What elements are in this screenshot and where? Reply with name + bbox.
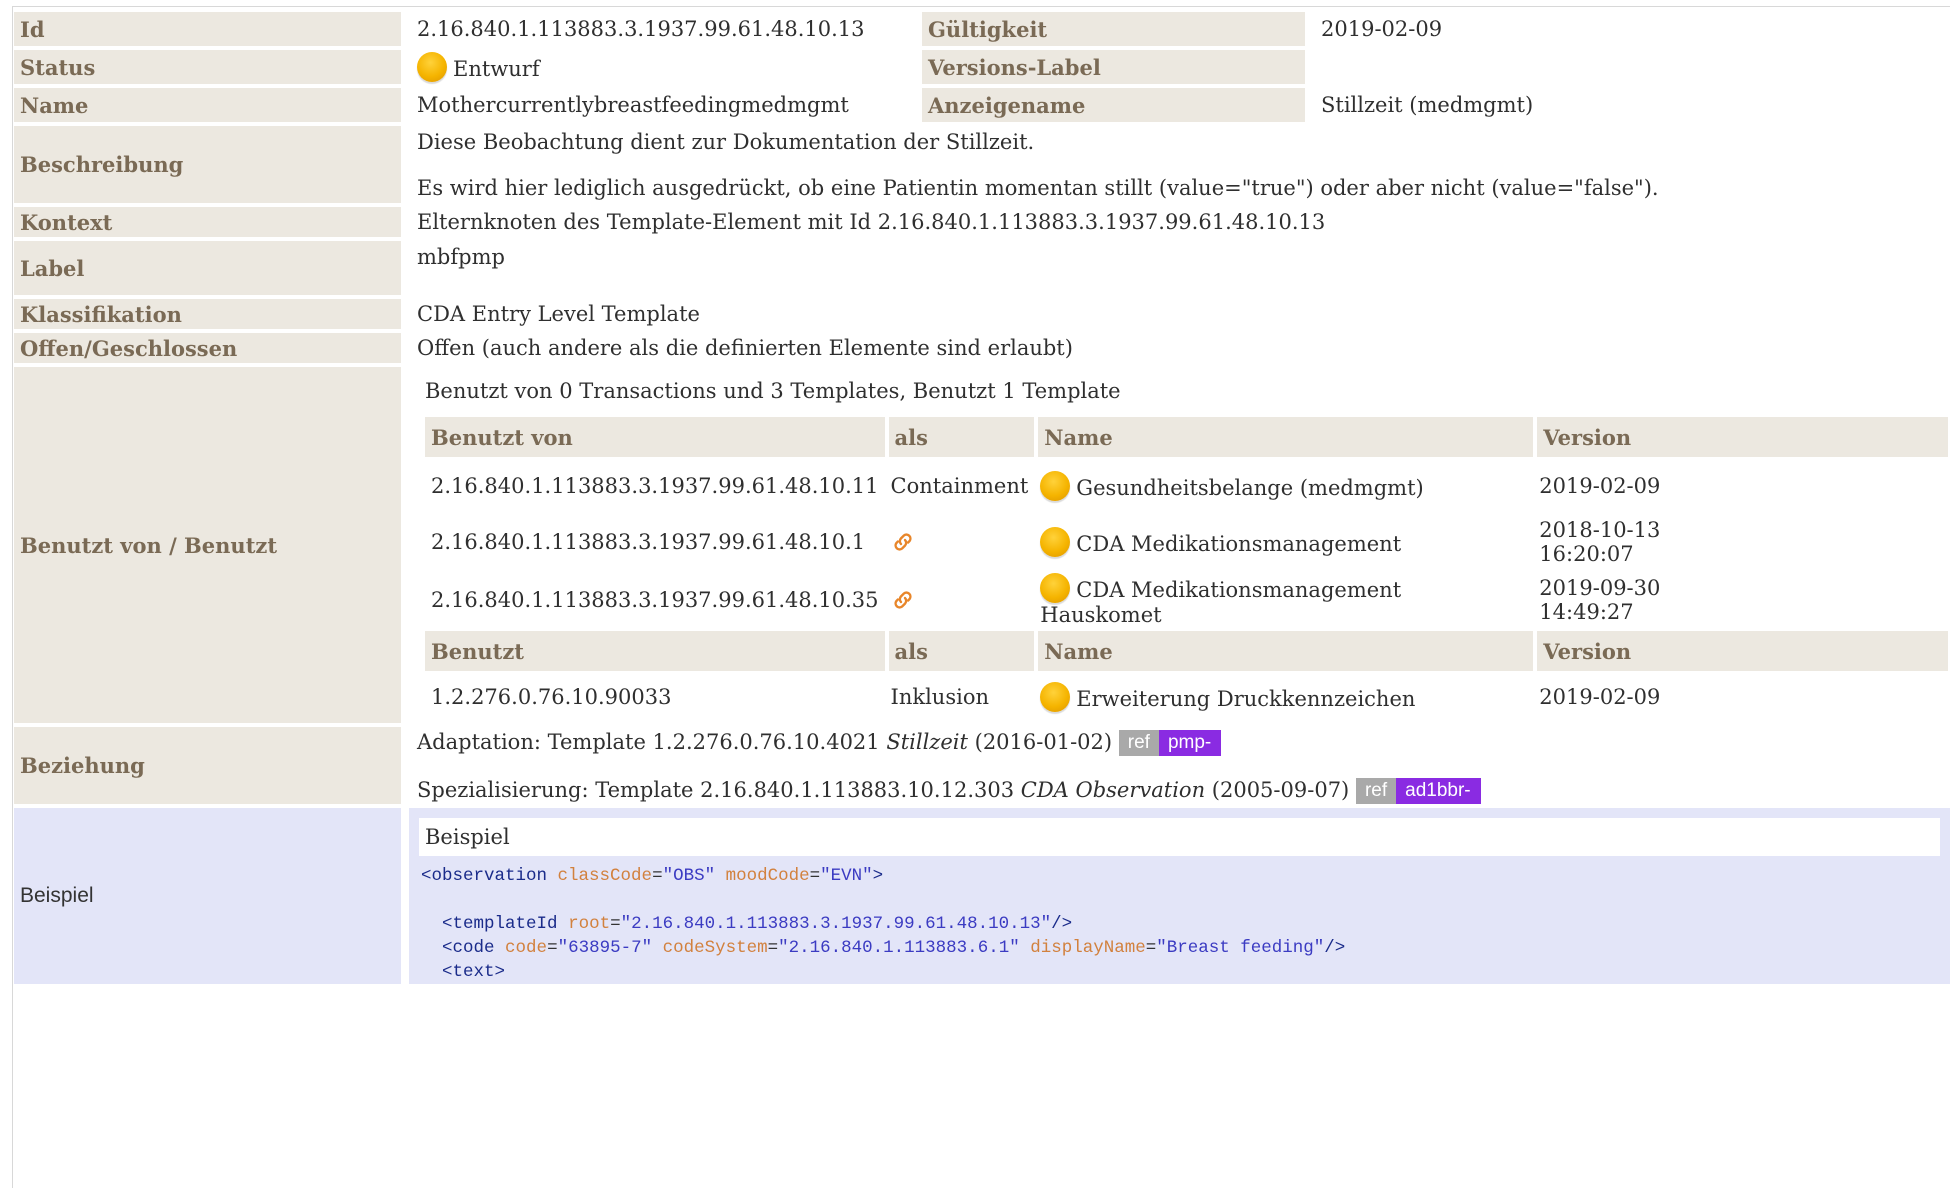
version-label-value bbox=[1313, 50, 1950, 84]
status-draft-dot-icon bbox=[1040, 682, 1071, 712]
uses-name-text: Erweiterung Druckkennzeichen bbox=[1076, 687, 1416, 711]
used-by-as bbox=[885, 515, 1035, 569]
status-draft-dot-icon bbox=[417, 52, 447, 82]
description-line-1: Diese Beobachtung dient zur Dokumentatio… bbox=[417, 130, 1035, 154]
used-by-id[interactable]: 2.16.840.1.113883.3.1937.99.61.48.10.35 bbox=[425, 573, 885, 627]
validity-label: Gültigkeit bbox=[922, 12, 1305, 46]
used-by-name[interactable]: Gesundheitsbelange (medmgmt) bbox=[1034, 461, 1533, 511]
validity-value: 2019-02-09 bbox=[1321, 17, 1443, 41]
used-by-as: Containment bbox=[890, 474, 1029, 498]
context-label: Kontext bbox=[14, 207, 401, 237]
link-icon[interactable] bbox=[891, 588, 915, 612]
description-value: Diese Beobachtung dient zur Dokumentatio… bbox=[409, 126, 1950, 203]
relationship-value: Adaptation: Template 1.2.276.0.76.10.402… bbox=[409, 727, 1950, 804]
used-by-as bbox=[885, 573, 1035, 627]
uses-as: Inklusion bbox=[890, 685, 989, 709]
example-title: Beispiel bbox=[419, 818, 1940, 856]
id-value: 2.16.840.1.113883.3.1937.99.61.48.10.13 bbox=[417, 17, 865, 41]
example-section: Beispiel <observation classCode="OBS" mo… bbox=[409, 808, 1950, 984]
used-by-name[interactable]: CDA Medikationsmanagement bbox=[1034, 515, 1533, 569]
relationship-adaptation-date: (2016-01-02) bbox=[967, 730, 1119, 754]
uses-version: 2019-02-09 bbox=[1539, 685, 1661, 709]
relationship-specialization-date: (2005-09-07) bbox=[1205, 778, 1356, 802]
used-by-id[interactable]: 2.16.840.1.113883.3.1937.99.61.48.10.1 bbox=[425, 515, 885, 569]
table-row: 2.16.840.1.113883.3.1937.99.61.48.10.11 … bbox=[425, 461, 1948, 511]
display-name-label: Anzeigename bbox=[922, 88, 1305, 122]
col-used-by: Benutzt von bbox=[425, 417, 885, 457]
relationship-adaptation: Adaptation: Template 1.2.276.0.76.10.402… bbox=[417, 730, 1942, 756]
prefix-badge: pmp- bbox=[1158, 730, 1222, 756]
used-by-version: 2019-09-30 14:49:27 bbox=[1533, 573, 1948, 627]
used-by-version: 2018-10-13 16:20:07 bbox=[1533, 515, 1948, 569]
open-closed-value: Offen (auch andere als die definierten E… bbox=[417, 336, 1073, 360]
col-as: als bbox=[884, 631, 1035, 671]
template-details-table: Id 2.16.840.1.113883.3.1937.99.61.48.10.… bbox=[14, 8, 1950, 988]
used-by-version-date: 2019-09-30 bbox=[1539, 576, 1661, 600]
description-line-2: Es wird hier lediglich ausgedrückt, ob e… bbox=[417, 176, 1659, 200]
status-value: Entwurf bbox=[409, 50, 914, 84]
used-by-section: Benutzt von 0 Transactions und 3 Templat… bbox=[409, 367, 1950, 723]
uses-id[interactable]: 1.2.276.0.76.10.90033 bbox=[425, 675, 885, 719]
open-closed-label: Offen/Geschlossen bbox=[14, 333, 401, 363]
version-label-label: Versions-Label bbox=[922, 50, 1305, 84]
relationship-specialization-prefix: Spezialisierung: Template 2.16.840.1.113… bbox=[417, 778, 1021, 802]
used-by-name-text: CDA Medikationsmanagement Hauskomet bbox=[1040, 578, 1402, 627]
used-by-label: Benutzt von / Benutzt bbox=[14, 367, 401, 723]
classification-label: Klassifikation bbox=[14, 299, 401, 329]
context-value: Elternknoten des Template-Element mit Id… bbox=[417, 210, 1326, 234]
col-version: Version bbox=[1533, 417, 1948, 457]
used-by-summary: Benutzt von 0 Transactions und 3 Templat… bbox=[425, 379, 1121, 403]
id-label: Id bbox=[14, 12, 401, 46]
prefix-badge: ad1bbr- bbox=[1396, 778, 1481, 804]
table-row: 1.2.276.0.76.10.90033 Inklusion Erweiter… bbox=[425, 675, 1948, 719]
classification-value: CDA Entry Level Template bbox=[417, 302, 700, 326]
status-label: Status bbox=[14, 50, 401, 84]
ref-badge: ref bbox=[1118, 730, 1159, 756]
col-as: als bbox=[884, 417, 1035, 457]
table-row: 2.16.840.1.113883.3.1937.99.61.48.10.35 … bbox=[425, 573, 1948, 627]
status-text: Entwurf bbox=[453, 57, 540, 81]
relationship-adaptation-prefix: Adaptation: Template 1.2.276.0.76.10.402… bbox=[417, 730, 887, 754]
label-value: mbfpmp bbox=[409, 241, 1950, 295]
example-code: <observation classCode="OBS" moodCode="E… bbox=[421, 866, 1346, 982]
status-draft-dot-icon bbox=[1040, 527, 1071, 557]
relationship-adaptation-name[interactable]: Stillzeit bbox=[886, 730, 968, 754]
col-version: Version bbox=[1533, 631, 1948, 671]
used-by-name-text: Gesundheitsbelange (medmgmt) bbox=[1076, 476, 1424, 500]
name-value: Mothercurrentlybreastfeedingmedmgmt bbox=[417, 93, 849, 117]
used-by-id[interactable]: 2.16.840.1.113883.3.1937.99.61.48.10.11 bbox=[425, 461, 885, 511]
col-name: Name bbox=[1034, 417, 1534, 457]
label-label: Label bbox=[14, 241, 401, 295]
used-by-version: 2019-02-09 bbox=[1539, 474, 1661, 498]
used-by-table: Benutzt von als Name Version 2.16.840.1.… bbox=[425, 413, 1948, 723]
used-by-version-date: 2018-10-13 bbox=[1539, 518, 1661, 542]
ref-badge: ref bbox=[1355, 778, 1397, 804]
uses-name[interactable]: Erweiterung Druckkennzeichen bbox=[1034, 675, 1533, 719]
relationship-label: Beziehung bbox=[14, 727, 401, 804]
name-label: Name bbox=[14, 88, 401, 122]
display-name-value: Stillzeit (medmgmt) bbox=[1321, 93, 1534, 117]
col-name: Name bbox=[1034, 631, 1534, 671]
relationship-specialization-name[interactable]: CDA Observation bbox=[1021, 778, 1205, 802]
status-draft-dot-icon bbox=[1040, 573, 1071, 603]
used-by-version-time: 14:49:27 bbox=[1539, 600, 1634, 624]
link-icon[interactable] bbox=[891, 530, 915, 554]
used-by-name-text: CDA Medikationsmanagement bbox=[1076, 532, 1402, 556]
used-by-version-time: 16:20:07 bbox=[1539, 542, 1634, 566]
status-draft-dot-icon bbox=[1040, 471, 1071, 501]
example-label: Beispiel bbox=[14, 808, 401, 984]
col-uses: Benutzt bbox=[425, 631, 885, 671]
used-by-name[interactable]: CDA Medikationsmanagement Hauskomet bbox=[1034, 573, 1533, 627]
label-value-text: mbfpmp bbox=[417, 245, 505, 269]
table-row: 2.16.840.1.113883.3.1937.99.61.48.10.1 C… bbox=[425, 515, 1948, 569]
description-label: Beschreibung bbox=[14, 126, 401, 203]
relationship-specialization: Spezialisierung: Template 2.16.840.1.113… bbox=[417, 778, 1942, 804]
